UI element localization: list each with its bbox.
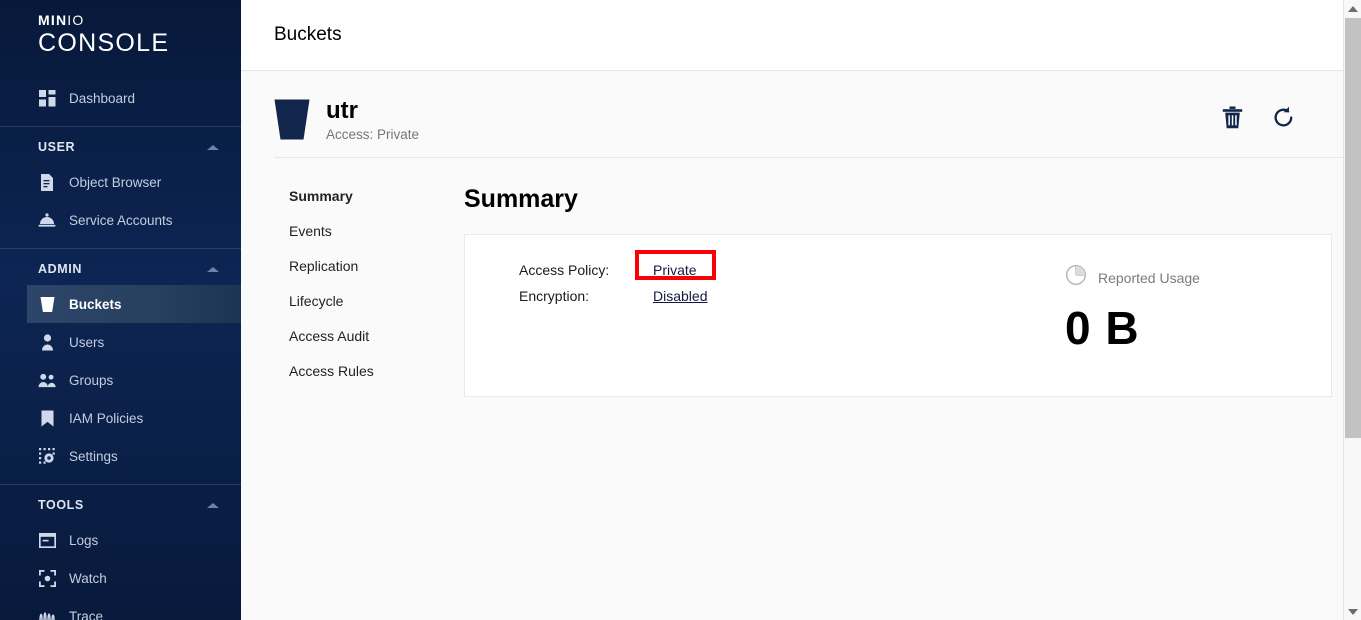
sidebar-group-title: ADMIN <box>38 262 82 276</box>
section-title: Summary <box>464 185 578 213</box>
sidebar-item-groups[interactable]: Groups <box>0 361 241 399</box>
page-title: Buckets <box>274 24 342 45</box>
sidebar-item-label: Groups <box>69 372 114 388</box>
sidebar-item-label: Object Browser <box>69 174 162 190</box>
document-icon <box>38 173 56 191</box>
reported-usage-header: Reported Usage <box>1065 264 1200 291</box>
reported-usage-value: 0 B <box>1065 302 1140 354</box>
sub-nav-item-access-audit[interactable]: Access Audit <box>289 319 464 354</box>
logo-console-text: CONSOLE <box>38 29 170 57</box>
sub-nav-label: Events <box>289 223 332 239</box>
service-bell-icon <box>38 211 56 229</box>
access-policy-row: Access Policy: Private <box>519 257 707 283</box>
groups-icon <box>38 371 56 389</box>
sidebar-item-settings[interactable]: Settings <box>0 437 241 475</box>
encryption-row: Encryption: Disabled <box>519 283 707 309</box>
sidebar-item-label: Watch <box>69 570 107 586</box>
pie-clock-icon <box>1065 264 1087 291</box>
sidebar-group-title: USER <box>38 140 76 154</box>
scroll-up-button[interactable] <box>1344 0 1361 17</box>
scroll-down-button[interactable] <box>1344 603 1361 620</box>
bucket-access-line: Access: Private <box>326 127 420 142</box>
sidebar-item-label: Settings <box>69 448 118 464</box>
logo-io-part: IO <box>67 12 85 28</box>
access-policy-label: Access Policy: <box>519 262 610 278</box>
sub-nav-label: Replication <box>289 258 359 274</box>
bucket-body: Summary Events Replication Lifecycle Acc… <box>241 158 1361 397</box>
page-header: Buckets <box>241 0 1343 71</box>
sidebar-group-title: TOOLS <box>38 498 84 512</box>
access-policy-value[interactable]: Private <box>653 262 697 278</box>
chevron-up-icon <box>207 502 219 508</box>
sub-nav-label: Access Rules <box>289 363 374 379</box>
sub-nav-item-access-rules[interactable]: Access Rules <box>289 354 464 389</box>
settings-gear-icon <box>38 447 56 465</box>
trace-waves-icon <box>38 607 56 620</box>
sidebar-item-iam-policies[interactable]: IAM Policies <box>0 399 241 437</box>
summary-panel: Summary Access Policy: Private Encryptio… <box>464 179 1361 397</box>
sidebar-item-label: IAM Policies <box>69 410 144 426</box>
refresh-button[interactable] <box>1271 105 1295 129</box>
chevron-up-icon <box>207 144 219 150</box>
app-logo[interactable]: MINIO CONSOLE <box>0 0 241 58</box>
sub-nav-item-summary[interactable]: Summary <box>289 179 464 214</box>
sidebar-item-label: Trace <box>69 608 104 620</box>
sub-nav-item-events[interactable]: Events <box>289 214 464 249</box>
sidebar-item-users[interactable]: Users <box>0 323 241 361</box>
sidebar-group-tools[interactable]: TOOLS <box>0 485 241 521</box>
triangle-down-icon <box>1348 608 1358 615</box>
encryption-value[interactable]: Disabled <box>653 288 707 304</box>
sidebar: MINIO CONSOLE Dashboard USER Object Brow… <box>0 0 241 620</box>
sidebar-item-logs[interactable]: Logs <box>0 521 241 559</box>
watch-target-icon <box>38 569 56 587</box>
dashboard-icon <box>38 89 56 107</box>
chevron-up-icon <box>207 266 219 272</box>
sub-nav-item-replication[interactable]: Replication <box>289 249 464 284</box>
logs-window-icon <box>38 531 56 549</box>
sidebar-group-user[interactable]: USER <box>0 127 241 163</box>
reported-usage-label: Reported Usage <box>1098 269 1200 286</box>
reported-usage-block: Reported Usage 0 B <box>1065 264 1200 355</box>
logo-minio-text: MINIO <box>38 13 241 28</box>
sidebar-item-service-accounts[interactable]: Service Accounts <box>0 201 241 239</box>
sidebar-item-label: Service Accounts <box>69 212 173 228</box>
scrollbar-thumb[interactable] <box>1345 18 1361 438</box>
bucket-sub-nav: Summary Events Replication Lifecycle Acc… <box>241 179 464 397</box>
sidebar-item-dashboard[interactable]: Dashboard <box>0 79 241 117</box>
sidebar-top-nav: Dashboard <box>0 79 241 117</box>
sub-nav-item-lifecycle[interactable]: Lifecycle <box>289 284 464 319</box>
vertical-scrollbar[interactable] <box>1343 0 1361 620</box>
sidebar-item-object-browser[interactable]: Object Browser <box>0 163 241 201</box>
bucket-header: utr Access: Private <box>241 71 1343 142</box>
sub-nav-label: Lifecycle <box>289 293 344 309</box>
sidebar-item-label: Dashboard <box>69 90 136 106</box>
user-icon <box>38 333 56 351</box>
logo-min-part: MIN <box>38 12 68 28</box>
sidebar-item-label: Users <box>69 334 105 350</box>
sidebar-item-trace[interactable]: Trace <box>0 597 241 620</box>
sidebar-item-buckets[interactable]: Buckets <box>27 285 241 323</box>
sub-nav-label: Access Audit <box>289 328 370 344</box>
sidebar-item-label: Buckets <box>69 296 122 312</box>
bucket-name: utr <box>326 97 358 124</box>
encryption-label: Encryption: <box>519 288 590 304</box>
sub-nav-label: Summary <box>289 188 353 204</box>
summary-fields: Access Policy: Private Encryption: Disab… <box>465 235 716 396</box>
delete-bucket-button[interactable] <box>1220 105 1244 129</box>
bucket-header-actions <box>1220 105 1295 129</box>
bucket-meta: utr Access: Private <box>326 97 419 142</box>
triangle-up-icon <box>1348 5 1358 12</box>
main-content: Buckets utr Access: Private Summary Even… <box>241 0 1361 620</box>
sidebar-group-admin[interactable]: ADMIN <box>0 249 241 285</box>
bucket-icon <box>38 295 56 313</box>
sidebar-item-label: Logs <box>69 532 99 548</box>
bookmark-icon <box>38 409 56 427</box>
summary-card: Access Policy: Private Encryption: Disab… <box>464 234 1332 397</box>
bucket-icon <box>274 99 310 140</box>
sidebar-item-watch[interactable]: Watch <box>0 559 241 597</box>
